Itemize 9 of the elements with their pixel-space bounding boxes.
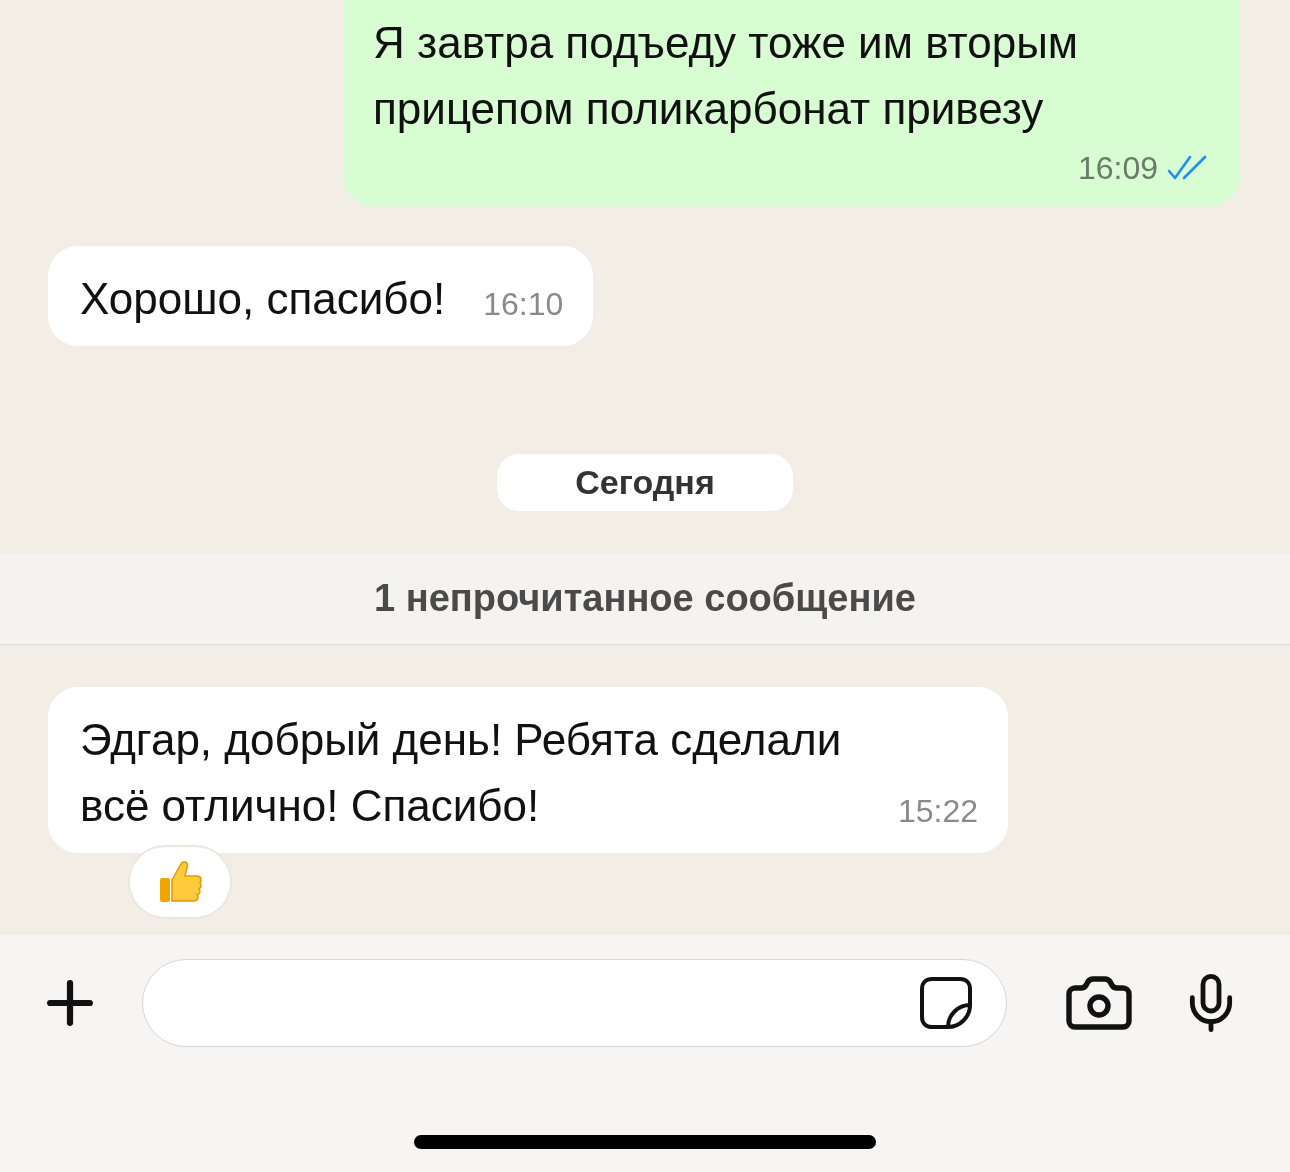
sticker-icon[interactable] (918, 975, 974, 1031)
message-time: 15:22 (897, 792, 978, 831)
date-chip: Сегодня (497, 454, 793, 511)
message-time: 16:10 (483, 285, 564, 324)
message-text: Хорошо, спасибо! (80, 273, 446, 325)
message-text: Эдгар, добрый день! Ребята сделали всё отлично! Спасибо! (80, 714, 843, 832)
message-time: 16:09 (1077, 149, 1158, 188)
unread-label: 1 непрочитанное сообщение (374, 576, 916, 621)
message-text: Я завтра подъеду тоже им вторым прицепом поликарбонат привезу (373, 17, 1079, 135)
